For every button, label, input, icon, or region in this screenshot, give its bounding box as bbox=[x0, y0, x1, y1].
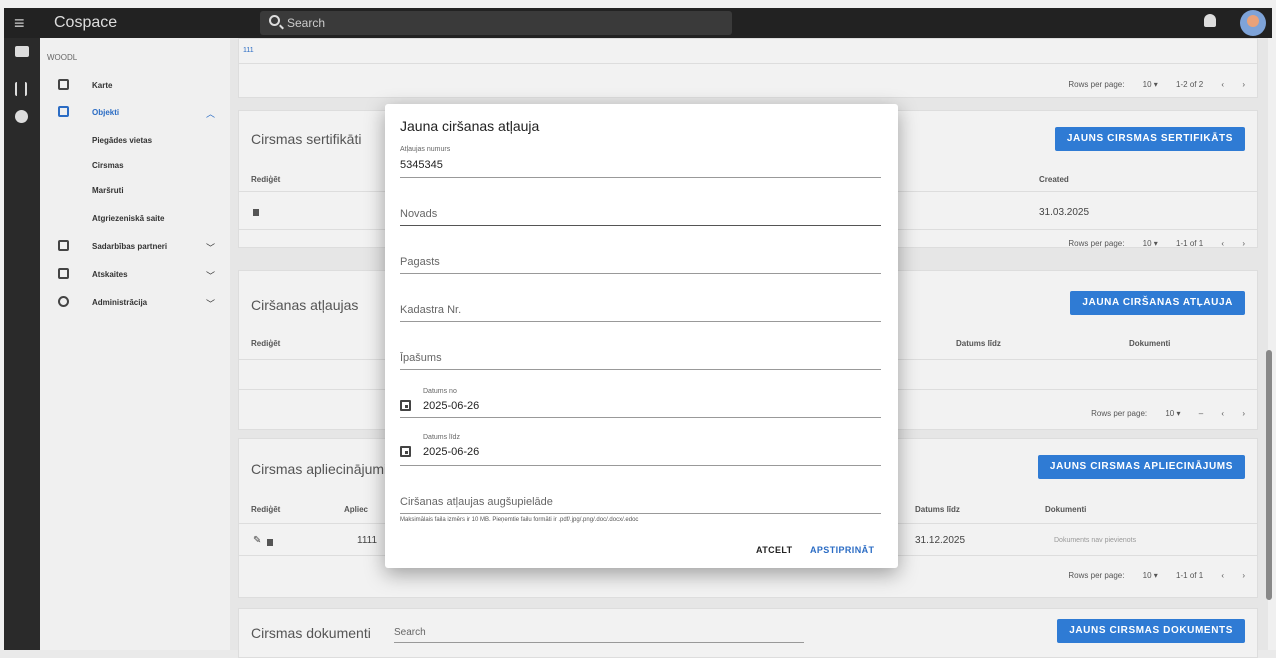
field-value: 2025-06-26 bbox=[423, 400, 480, 412]
property-field[interactable]: Īpašums bbox=[400, 338, 881, 370]
field-value: 2025-06-26 bbox=[423, 446, 480, 458]
field-label: Datums līdz bbox=[423, 434, 460, 441]
calendar-icon[interactable] bbox=[400, 400, 411, 411]
permit-number-field[interactable]: Atļaujas numurs 5345345 bbox=[400, 146, 881, 178]
cancel-button[interactable]: ATCELT bbox=[756, 545, 793, 555]
dialog-title: Jauna ciršanas atļauja bbox=[400, 118, 540, 134]
upload-field[interactable]: Ciršanas atļaujas augšupielāde bbox=[400, 484, 881, 514]
field-value: 5345345 bbox=[400, 159, 443, 171]
date-from-field[interactable]: Datums no 2025-06-26 bbox=[400, 386, 881, 418]
upload-hint: Maksimālais faila izmērs ir 10 MB. Pieņe… bbox=[400, 517, 639, 523]
calendar-icon[interactable] bbox=[400, 446, 411, 457]
field-placeholder: Novads bbox=[400, 208, 438, 220]
field-placeholder: Ciršanas atļaujas augšupielāde bbox=[400, 496, 553, 508]
pagasts-field[interactable]: Pagasts bbox=[400, 242, 881, 274]
field-placeholder: Īpašums bbox=[400, 352, 442, 364]
novads-field[interactable]: Novads bbox=[400, 194, 881, 226]
confirm-button[interactable]: APSTIPRINĀT bbox=[810, 545, 874, 555]
field-label: Atļaujas numurs bbox=[400, 146, 451, 153]
cadastre-field[interactable]: Kadastra Nr. bbox=[400, 290, 881, 322]
field-placeholder: Kadastra Nr. bbox=[400, 304, 462, 316]
field-label: Datums no bbox=[423, 388, 457, 395]
date-to-field[interactable]: Datums līdz 2025-06-26 bbox=[400, 432, 881, 466]
field-placeholder: Pagasts bbox=[400, 256, 440, 268]
new-permit-dialog: Jauna ciršanas atļauja Atļaujas numurs 5… bbox=[385, 104, 898, 568]
